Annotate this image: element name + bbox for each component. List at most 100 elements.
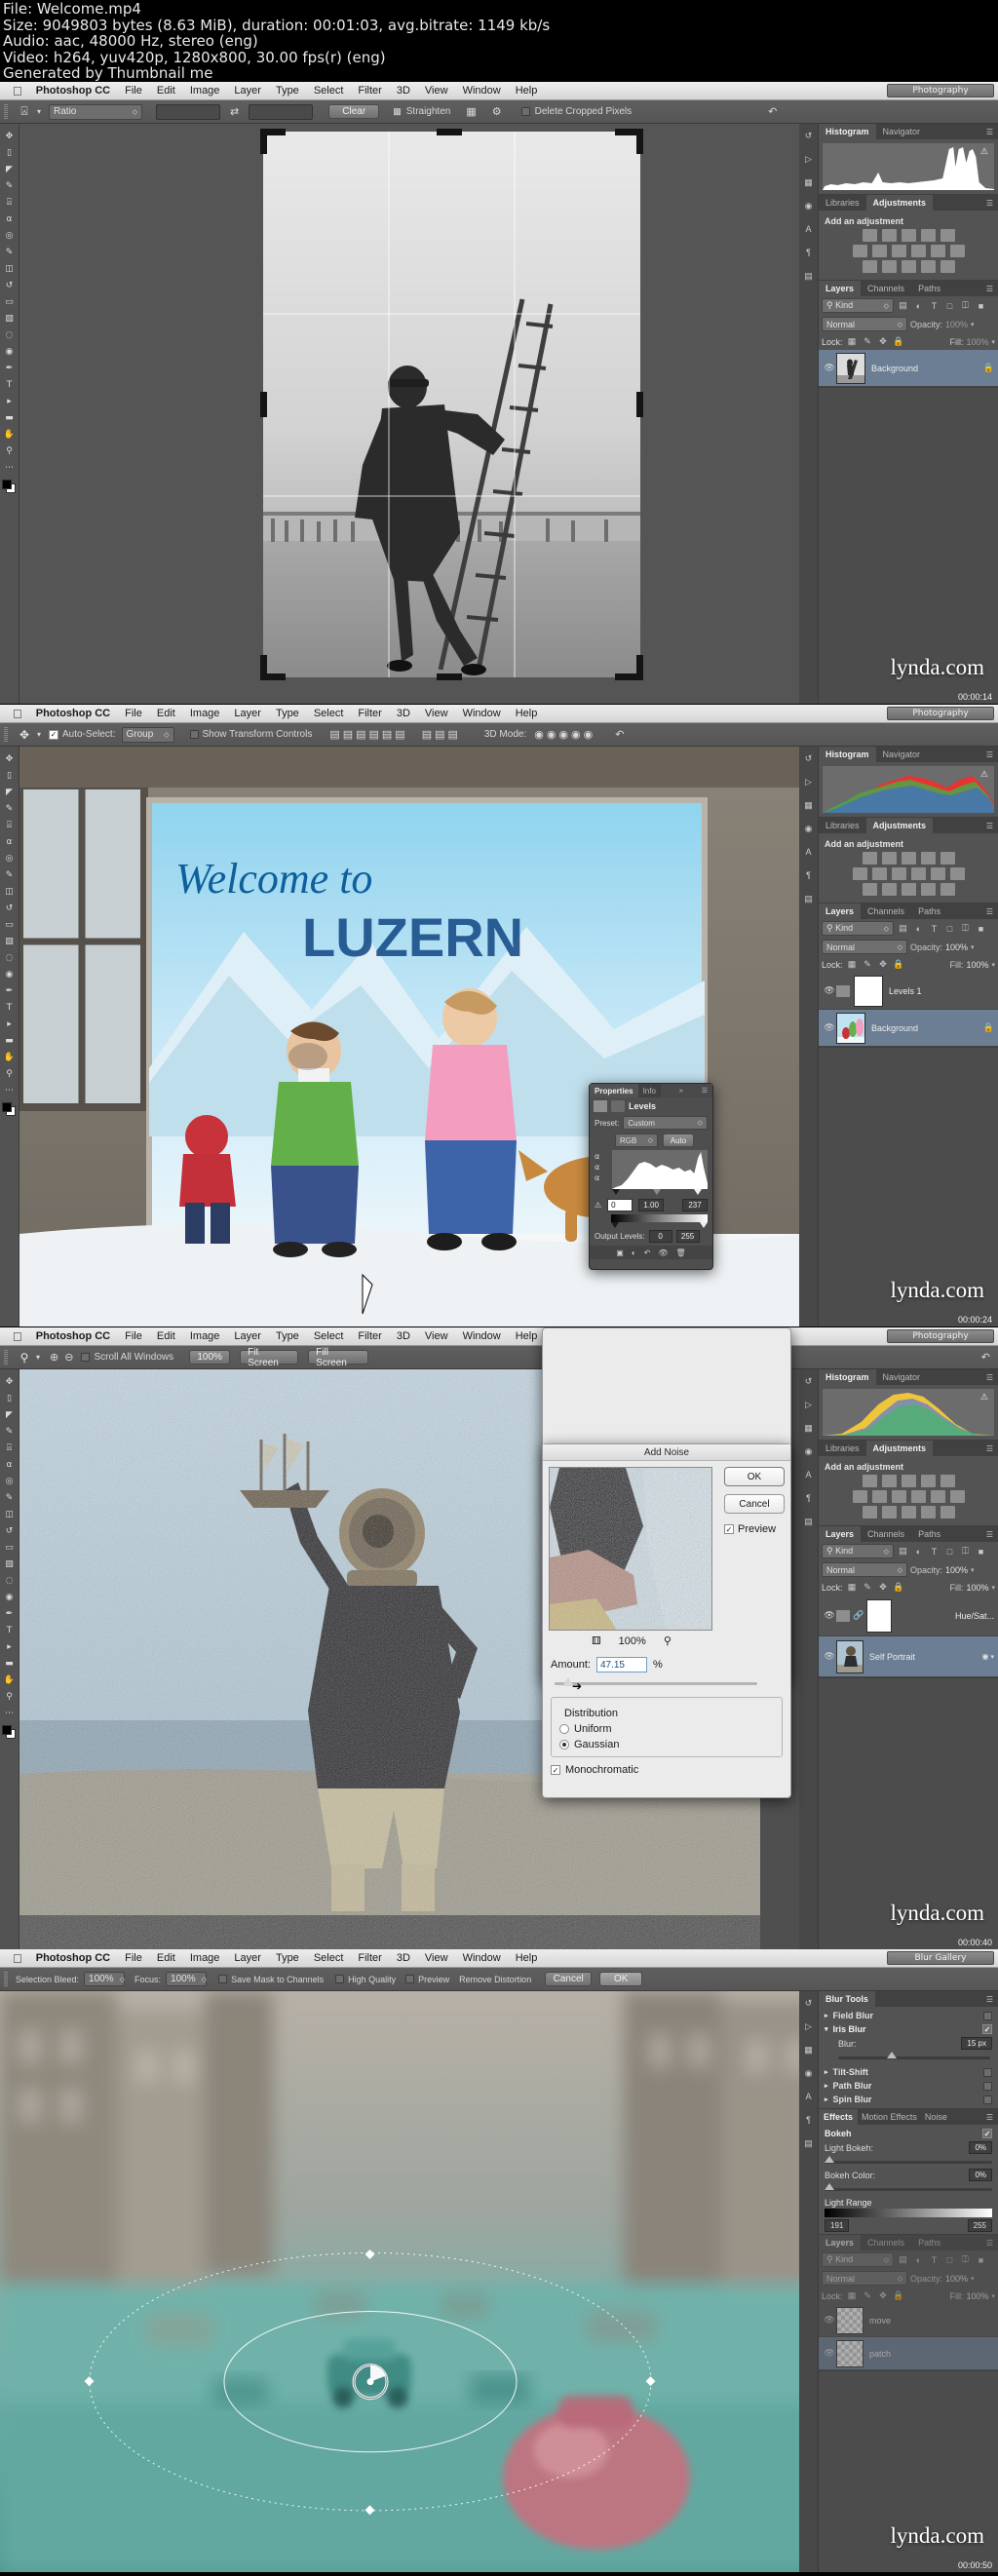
menu-file[interactable]: File [125,85,142,96]
fit-screen-button[interactable]: Fit Screen [240,1347,299,1368]
path-select-tool-icon[interactable]: ▸ [0,1016,19,1032]
filter-type-icon[interactable]: T [928,2253,940,2266]
tab-navigator[interactable]: Navigator [875,747,928,762]
more-tools-icon[interactable]: ⋯ [0,1082,19,1098]
fill-value[interactable]: 100% [966,2291,988,2301]
layer-visibility-icon[interactable]: 👁 [823,363,836,373]
layer-thumbnail[interactable] [836,352,865,384]
healing-brush-tool-icon[interactable]: ◎ [0,850,19,866]
output-black-slider[interactable] [611,1222,619,1228]
menu-app-name[interactable]: Photoshop CC [36,1330,110,1342]
lasso-tool-icon[interactable]: ◤ [0,161,19,177]
3d-mode-icons[interactable]: ◉◉◉◉◉ [534,728,595,741]
menu-app-name[interactable]: Photoshop CC [36,85,110,96]
input-gamma-field[interactable]: 1.00 [638,1199,665,1211]
menu-edit[interactable]: Edit [157,1330,175,1342]
hand-tool-icon[interactable]: ✋ [0,1049,19,1065]
filter-smart-icon[interactable]: ⎅ [959,922,972,935]
tab-adjustments[interactable]: Adjustments [865,1441,934,1456]
fill-arrow-icon[interactable]: ▾ [991,961,995,969]
swap-arrows-icon[interactable]: ⇄ [230,105,239,118]
panel-menu-icon[interactable]: ☰ [981,195,998,211]
menu-select[interactable]: Select [314,708,344,719]
styles-panel-icon[interactable]: ◉ [799,2061,818,2085]
filter-smart-icon[interactable]: ⎅ [959,2253,972,2266]
filter-image-icon[interactable]: ▤ [897,2253,909,2266]
menu-view[interactable]: View [425,1330,448,1342]
opacity-arrow-icon[interactable]: ▾ [971,943,975,951]
amount-input[interactable]: 47.15 [595,1657,647,1672]
menu-type[interactable]: Type [276,708,299,719]
table-row[interactable]: 👁 move [819,2304,998,2337]
character-panel-icon[interactable]: A [799,217,818,241]
tab-channels[interactable]: Channels [861,2235,912,2250]
scroll-all-windows-checkbox[interactable] [81,1353,91,1362]
crop-height-input[interactable] [249,103,314,120]
lasso-tool-icon[interactable]: ◤ [0,784,19,800]
brightness-contrast-icon[interactable] [862,852,877,865]
opacity-value[interactable]: 100% [945,942,968,952]
panel-menu-icon[interactable]: ☰ [981,1991,998,2007]
light-bokeh-value[interactable]: 0% [969,2141,992,2154]
eyedropper-tool-icon[interactable]: ⍺ [0,211,19,227]
levels-icon[interactable] [881,852,897,865]
eraser-tool-icon[interactable]: ▭ [0,916,19,933]
smart-filter-icon[interactable]: ◉ [982,1652,989,1661]
swatches-panel-icon[interactable]: ▦ [799,171,818,194]
color-swatches[interactable] [2,1102,17,1117]
menu-file[interactable]: File [125,1330,142,1342]
fill-value[interactable]: 100% [966,337,988,347]
lock-all-icon[interactable]: 🔒 [893,335,905,348]
blend-mode-dropdown[interactable]: Normal ◇ [822,1562,907,1577]
table-row[interactable]: 👁 patch [819,2337,998,2370]
menu-filter[interactable]: Filter [358,1330,381,1342]
fill-value[interactable]: 100% [966,1583,988,1593]
exposure-icon[interactable] [920,229,936,242]
quick-select-tool-icon[interactable]: ✎ [0,800,19,817]
character-panel-icon[interactable]: A [799,840,818,864]
menu-help[interactable]: Help [516,85,538,96]
monochromatic-checkbox[interactable]: ✓ [551,1765,560,1775]
menu-edit[interactable]: Edit [157,708,175,719]
marquee-tool-icon[interactable]: ▯ [0,144,19,161]
quick-select-tool-icon[interactable]: ✎ [0,1423,19,1440]
input-black-slider[interactable] [612,1189,620,1195]
layer-thumbnail[interactable] [836,1012,865,1044]
clear-button[interactable]: Clear [328,104,380,119]
tab-libraries[interactable]: Libraries [819,1441,866,1456]
menu-layer[interactable]: Layer [234,708,261,719]
dodge-tool-icon[interactable]: ◉ [0,343,19,360]
menu-layer[interactable]: Layer [234,1952,261,1964]
history-panel-icon[interactable]: ↺ [799,1369,818,1393]
light-range-max[interactable]: 255 [967,2219,992,2232]
pen-tool-icon[interactable]: ✒ [0,982,19,999]
swatches-panel-icon[interactable]: ▦ [799,1416,818,1440]
color-lookup-icon[interactable] [949,245,965,257]
distribute-icons[interactable]: ▤▤▤ [422,728,461,741]
menu-window[interactable]: Window [463,1330,501,1342]
filter-toggle-icon[interactable]: ■ [975,922,987,935]
hue-saturation-icon[interactable] [852,867,867,880]
curves-icon[interactable] [901,1475,916,1487]
blur-tool-iris-blur[interactable]: ▾ Iris Blur ✓ [823,2022,994,2036]
chevron-right-icon[interactable]: ▸ [825,2068,828,2076]
menu-select[interactable]: Select [314,85,344,96]
posterize-icon[interactable] [881,260,897,273]
layer-filter-kind-dropdown[interactable]: ⚲ Kind ◇ [822,298,894,313]
menu-app-name[interactable]: Photoshop CC [36,708,110,719]
filter-adjustment-icon[interactable]: ◐ [912,922,925,935]
lock-all-icon[interactable]: 🔒 [893,1581,905,1594]
uniform-radio[interactable] [559,1724,569,1734]
blur-amount-value[interactable]: 15 px [961,2037,992,2050]
clip-mask-icon[interactable]: ▣ [616,1249,624,1257]
bokeh-color-slider[interactable] [825,2183,992,2194]
layer-visibility-icon[interactable]: 👁 [823,985,836,996]
layer-lock-icon[interactable]: 🔒 [983,1022,994,1033]
vibrance-icon[interactable] [940,852,955,865]
blur-tool-spin-blur[interactable]: ▸ Spin Blur [823,2093,994,2106]
invert-icon[interactable] [862,1506,877,1519]
menu-layer[interactable]: Layer [234,85,261,96]
menu-image[interactable]: Image [190,85,220,96]
tab-paths[interactable]: Paths [911,904,948,919]
panel-menu-icon[interactable]: ☰ [981,1369,998,1385]
